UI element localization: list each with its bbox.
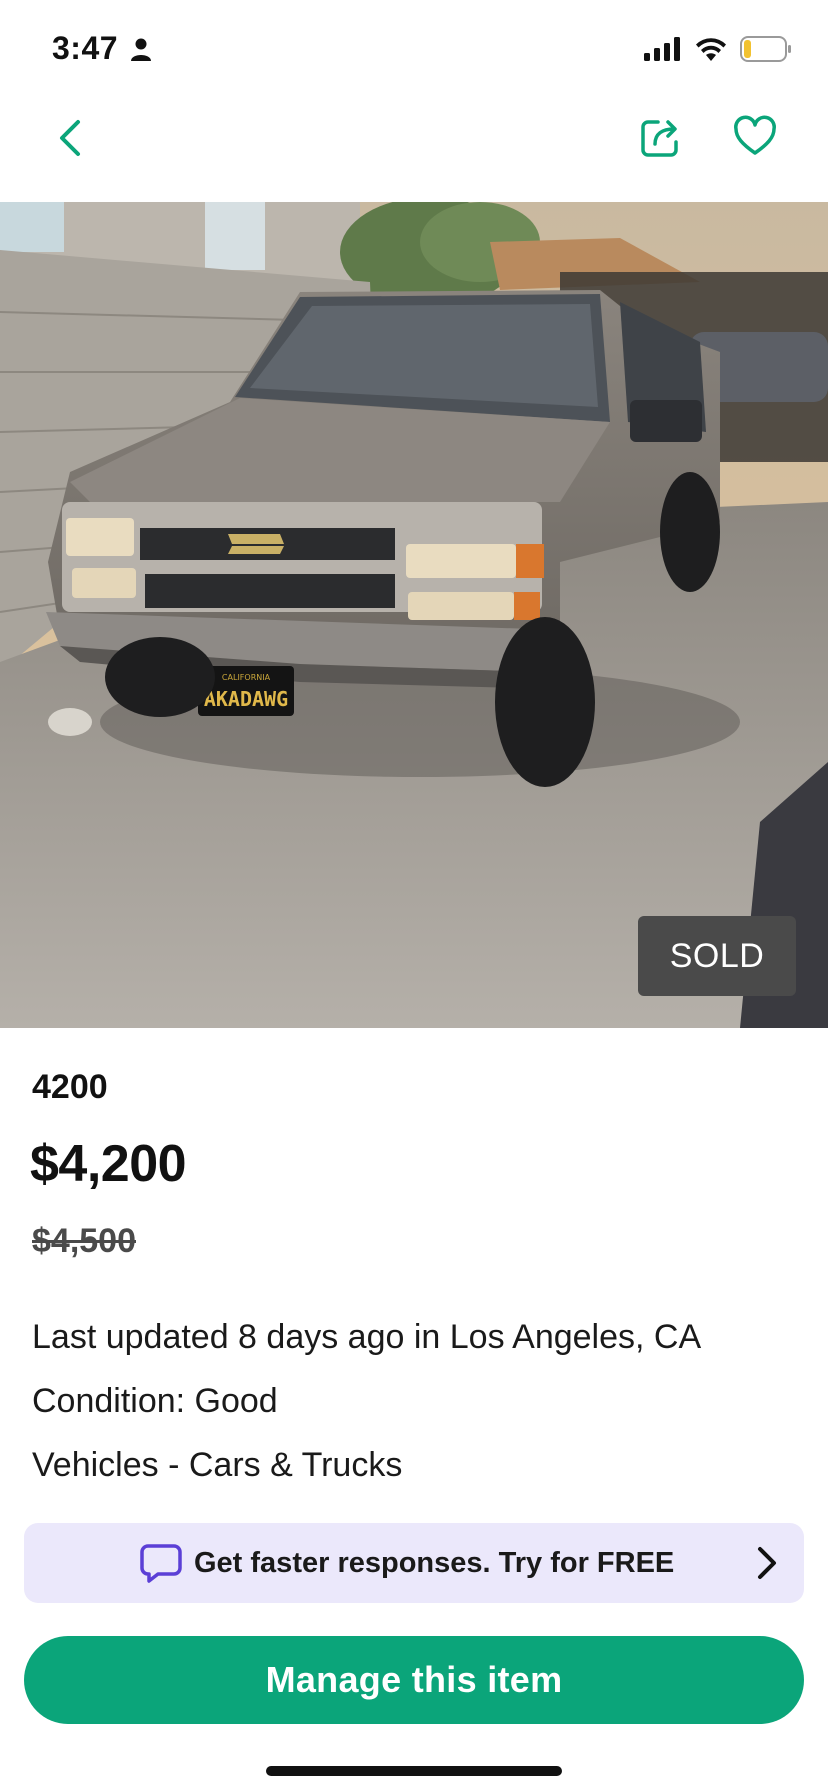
- chevron-right-icon: [758, 1547, 776, 1579]
- category-link[interactable]: Vehicles - Cars & Trucks: [32, 1446, 402, 1485]
- wifi-icon: [694, 36, 728, 67]
- cellular-signal-icon: [644, 37, 682, 66]
- battery-icon: [740, 36, 792, 67]
- item-price: $4,200: [30, 1135, 187, 1193]
- nav-bar: [0, 100, 828, 202]
- share-button[interactable]: [638, 114, 684, 160]
- person-icon: [130, 38, 152, 67]
- plate-state: CALIFORNIA: [222, 673, 271, 682]
- plate-text: AKADAWG: [204, 687, 288, 711]
- heart-icon: [734, 115, 776, 155]
- status-bar: 3:47: [0, 0, 828, 100]
- share-icon: [641, 120, 678, 157]
- condition-text: Condition: Good: [32, 1382, 278, 1420]
- listing-photo[interactable]: CALIFORNIA AKADAWG: [0, 202, 828, 1028]
- back-button[interactable]: [50, 116, 94, 160]
- original-price: $4,500: [32, 1222, 136, 1260]
- status-indicators: [644, 36, 792, 67]
- manage-item-button[interactable]: Manage this item: [24, 1636, 804, 1724]
- last-updated-text: Last updated 8 days ago in Los Angeles, …: [32, 1318, 702, 1356]
- promo-content: Get faster responses. Try for FREE: [140, 1543, 674, 1583]
- sold-badge: SOLD: [638, 916, 796, 996]
- chevron-left-icon: [60, 120, 80, 156]
- home-indicator[interactable]: [266, 1766, 562, 1776]
- favorite-button[interactable]: [732, 114, 778, 160]
- status-time: 3:47: [52, 30, 119, 66]
- promo-banner[interactable]: Get faster responses. Try for FREE: [24, 1523, 804, 1603]
- promo-text: Get faster responses. Try for FREE: [194, 1546, 675, 1579]
- item-title: 4200: [32, 1068, 108, 1106]
- chat-bubble-icon: [140, 1544, 182, 1583]
